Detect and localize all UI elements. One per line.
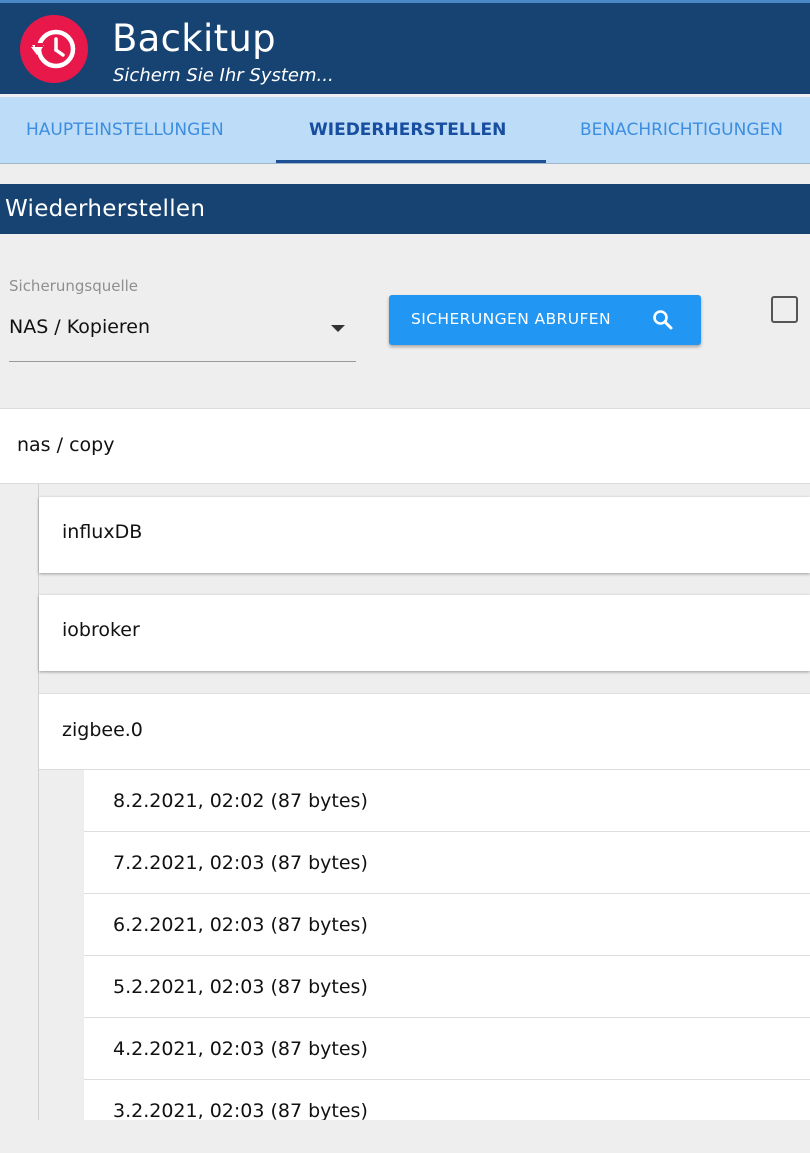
backup-file-label: 6.2.2021, 02:03 (87 bytes) — [113, 914, 368, 936]
backup-group-header[interactable]: nas / copy — [0, 408, 810, 484]
backup-file-row[interactable]: 4.2.2021, 02:03 (87 bytes) — [84, 1018, 810, 1080]
section-title: Wiederherstellen — [0, 184, 810, 234]
dropdown-arrow-icon[interactable] — [331, 325, 345, 332]
search-icon — [653, 310, 673, 330]
tab-haupteinstellungen[interactable]: HAUPTEINSTELLUNGEN — [26, 97, 224, 163]
source-select-value[interactable]: NAS / Kopieren — [9, 316, 150, 338]
backup-file-row[interactable]: 6.2.2021, 02:03 (87 bytes) — [84, 894, 810, 956]
backup-file-label: 8.2.2021, 02:02 (87 bytes) — [113, 790, 368, 812]
backup-item-label: zigbee.0 — [62, 719, 143, 741]
backup-item-label: influxDB — [62, 521, 143, 543]
backup-file-row[interactable]: 8.2.2021, 02:02 (87 bytes) — [84, 770, 810, 832]
backup-item-influxdb[interactable]: influxDB — [39, 497, 810, 573]
scroll-fade-area — [0, 1120, 810, 1153]
backup-file-label: 7.2.2021, 02:03 (87 bytes) — [113, 852, 368, 874]
tab-wiederherstellen[interactable]: WIEDERHERSTELLEN — [309, 97, 506, 163]
backup-item-iobroker[interactable]: iobroker — [39, 595, 810, 671]
backup-item-zigbee[interactable]: zigbee.0 — [39, 693, 810, 770]
option-checkbox[interactable] — [771, 296, 798, 323]
fetch-backups-label: SICHERUNGEN ABRUFEN — [411, 310, 611, 328]
backup-file-row[interactable]: 5.2.2021, 02:03 (87 bytes) — [84, 956, 810, 1018]
source-select-label: Sicherungsquelle — [9, 277, 139, 295]
backup-file-label: 3.2.2021, 02:03 (87 bytes) — [113, 1100, 368, 1122]
app-title: Backitup — [112, 17, 276, 60]
active-tab-indicator — [276, 160, 546, 163]
backup-file-label: 5.2.2021, 02:03 (87 bytes) — [113, 976, 368, 998]
backup-file-row[interactable]: 7.2.2021, 02:03 (87 bytes) — [84, 832, 810, 894]
fetch-backups-button[interactable]: SICHERUNGEN ABRUFEN — [389, 295, 701, 345]
tab-benachrichtigungen[interactable]: BENACHRICHTIGUNGEN — [580, 97, 783, 163]
app-header: Backitup Sichern Sie Ihr System... — [0, 0, 810, 94]
tab-bar: HAUPTEINSTELLUNGEN WIEDERHERSTELLEN BENA… — [0, 97, 810, 164]
backup-item-label: iobroker — [62, 619, 140, 641]
select-underline — [9, 361, 356, 362]
backup-group-label: nas / copy — [17, 434, 115, 456]
app-subtitle: Sichern Sie Ihr System... — [113, 65, 334, 86]
history-clock-icon — [20, 15, 88, 83]
backup-file-label: 4.2.2021, 02:03 (87 bytes) — [113, 1038, 368, 1060]
